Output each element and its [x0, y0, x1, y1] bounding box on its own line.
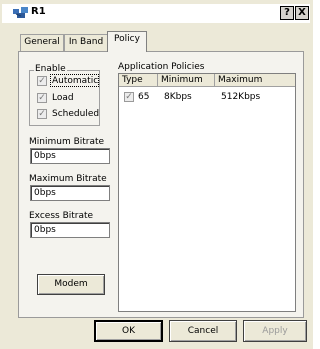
excess-bitrate-label: Excess Bitrate: [29, 211, 94, 221]
column-header-maximum[interactable]: Maximum: [215, 74, 295, 87]
modem-button[interactable]: Modem: [37, 274, 105, 295]
window-title: R1: [31, 6, 46, 17]
enable-group-label: Enable: [34, 64, 67, 74]
title-bar[interactable]: [2, 4, 310, 23]
help-button[interactable]: ?: [280, 6, 294, 20]
tab-policy[interactable]: Policy: [107, 31, 147, 52]
max-bitrate-input[interactable]: 0bps: [30, 185, 110, 201]
router-icon: [13, 7, 29, 19]
cancel-button[interactable]: Cancel: [169, 320, 237, 342]
min-bitrate-label: Minimum Bitrate: [29, 137, 105, 147]
max-bitrate-label: Maximum Bitrate: [29, 174, 107, 184]
policy-row-checkbox[interactable]: ✓: [124, 92, 134, 102]
policy-maximum-cell: 512Kbps: [221, 92, 261, 102]
automatic-checkbox[interactable]: ✓: [37, 76, 47, 86]
policy-minimum-cell: 8Kbps: [164, 92, 192, 102]
column-header-type[interactable]: Type: [119, 74, 158, 87]
app-policies-list[interactable]: Type Minimum Maximum ✓ 65 8Kbps 512Kbps: [118, 73, 296, 312]
column-header-minimum[interactable]: Minimum: [158, 74, 215, 87]
load-checkbox[interactable]: ✓: [37, 93, 47, 103]
table-row[interactable]: ✓ 65 8Kbps 512Kbps: [119, 90, 295, 104]
ok-button[interactable]: OK: [94, 320, 163, 342]
tab-in-band[interactable]: In Band: [64, 34, 108, 51]
scheduled-checkbox[interactable]: ✓: [37, 109, 47, 119]
load-label[interactable]: Load: [52, 93, 74, 103]
close-button[interactable]: X: [295, 6, 309, 20]
excess-bitrate-input[interactable]: 0bps: [30, 222, 110, 238]
apply-button[interactable]: Apply: [243, 320, 307, 342]
policy-type-cell: 65: [138, 92, 150, 102]
tab-general[interactable]: General: [20, 34, 64, 51]
automatic-label[interactable]: Automatic: [52, 76, 98, 86]
min-bitrate-input[interactable]: 0bps: [30, 148, 110, 164]
app-policies-label: Application Policies: [118, 62, 205, 72]
scheduled-label[interactable]: Scheduled: [52, 109, 99, 119]
